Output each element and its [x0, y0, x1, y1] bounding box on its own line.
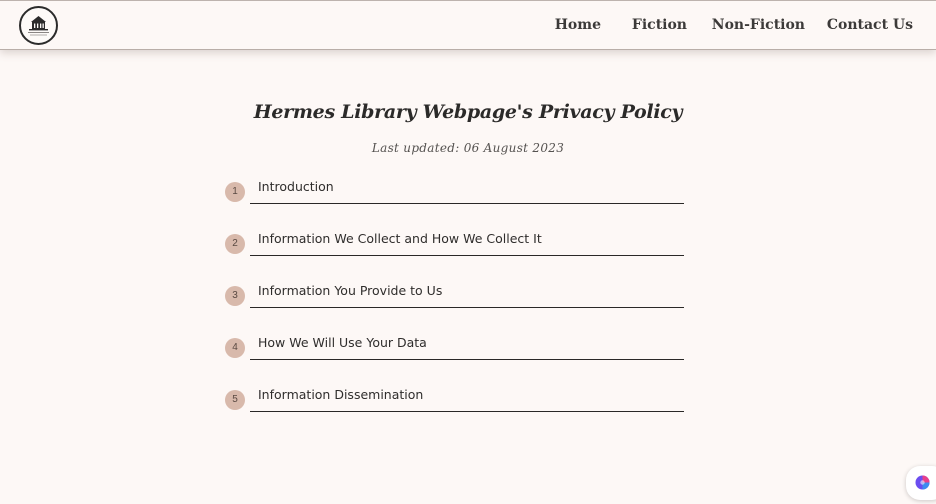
toc-label[interactable]: How We Will Use Your Data: [258, 335, 427, 350]
toc-item-information-dissemination[interactable]: 5 Information Dissemination: [225, 386, 685, 412]
toc-label[interactable]: Information We Collect and How We Collec…: [258, 231, 542, 246]
toc-underline: [250, 411, 684, 412]
toc-number-badge: 5: [225, 390, 245, 410]
toc-item-introduction[interactable]: 1 Introduction: [225, 178, 685, 204]
nav-contact-us[interactable]: Contact Us: [827, 17, 913, 33]
toc-number-badge: 1: [225, 182, 245, 202]
toc-item-information-you-provide[interactable]: 3 Information You Provide to Us: [225, 282, 685, 308]
toc-underline: [250, 307, 684, 308]
toc-underline: [250, 359, 684, 360]
toc-label[interactable]: Information Dissemination: [258, 387, 423, 402]
toc-label[interactable]: Introduction: [258, 179, 334, 194]
toc-item-how-we-use-data[interactable]: 4 How We Will Use Your Data: [225, 334, 685, 360]
toc-item-information-we-collect[interactable]: 2 Information We Collect and How We Coll…: [225, 230, 685, 256]
assistant-orb-icon: [915, 475, 930, 490]
nav-non-fiction[interactable]: Non-Fiction: [712, 17, 805, 33]
toc-underline: [250, 203, 684, 204]
site-header: Home Fiction Non-Fiction Contact Us: [0, 0, 936, 50]
toc-number-badge: 3: [225, 286, 245, 306]
page-title: Hermes Library Webpage's Privacy Policy: [253, 101, 683, 123]
last-updated: Last updated: 06 August 2023: [371, 141, 565, 155]
nav-fiction[interactable]: Fiction: [632, 17, 687, 33]
toc-underline: [250, 255, 684, 256]
toc-number-badge: 2: [225, 234, 245, 254]
nav-home[interactable]: Home: [555, 17, 601, 33]
library-logo-icon[interactable]: [19, 6, 58, 45]
assistant-widget-button[interactable]: [906, 466, 936, 500]
toc-label[interactable]: Information You Provide to Us: [258, 283, 442, 298]
toc-number-badge: 4: [225, 338, 245, 358]
page: Home Fiction Non-Fiction Contact Us Herm…: [0, 0, 936, 504]
